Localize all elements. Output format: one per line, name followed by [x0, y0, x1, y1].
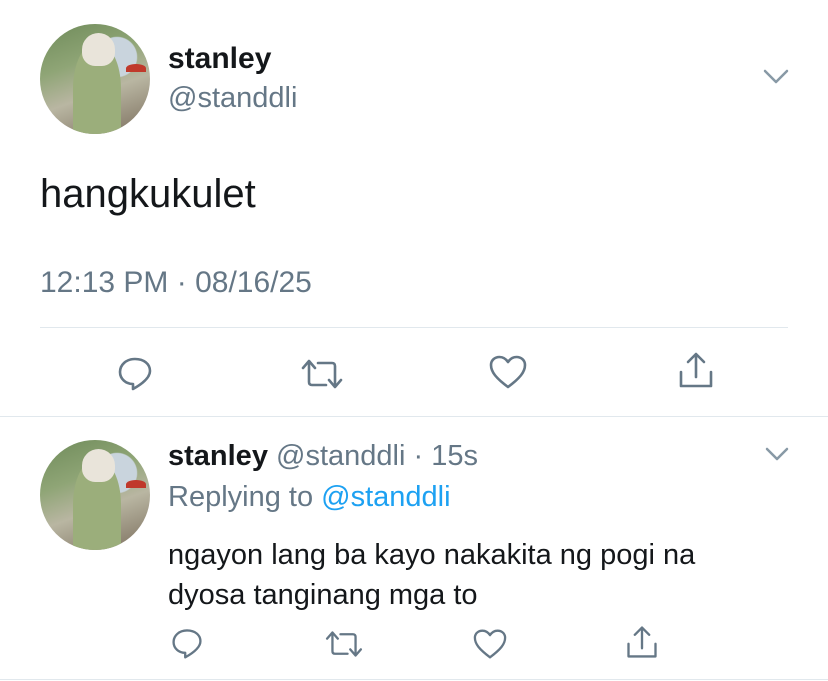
reply-handle[interactable]: @standdli — [276, 440, 405, 472]
reply-time: 15s — [431, 440, 478, 472]
replying-to-handle-link[interactable]: @standdli — [321, 481, 450, 513]
share-icon[interactable] — [676, 350, 716, 390]
replying-to-label: Replying to — [168, 481, 314, 513]
main-avatar[interactable] — [40, 24, 150, 134]
main-handle[interactable]: @standdli — [168, 82, 297, 115]
reply-text-line-1: ngayon lang ba kayo nakakita ng pogi na — [168, 539, 696, 571]
reply-icon[interactable] — [170, 626, 204, 660]
share-icon[interactable] — [624, 624, 660, 660]
main-display-name[interactable]: stanley — [168, 42, 271, 76]
main-tweet-text: hangkukulet — [40, 172, 256, 216]
reply-display-name[interactable]: stanley — [168, 440, 268, 472]
replying-to: Replying to @standdli — [168, 481, 451, 514]
main-divider — [40, 327, 788, 328]
section-divider — [0, 416, 828, 417]
bottom-divider — [0, 679, 828, 680]
main-timestamp: 12:13 PM · 08/16/25 — [40, 266, 312, 299]
retweet-icon[interactable] — [324, 628, 364, 660]
chevron-down-icon[interactable] — [762, 68, 790, 86]
like-icon[interactable] — [488, 354, 528, 390]
reply-header: stanley @standdli · 15s — [168, 440, 478, 473]
retweet-icon[interactable] — [300, 356, 344, 392]
like-icon[interactable] — [472, 628, 508, 660]
reply-icon[interactable] — [116, 354, 154, 392]
reply-text-line-2: dyosa tanginang mga to — [168, 579, 478, 611]
reply-avatar[interactable] — [40, 440, 150, 550]
reply-separator: · — [405, 440, 432, 472]
reply-tweet-text: ngayon lang ba kayo nakakita ng pogi na … — [168, 535, 695, 615]
chevron-down-icon[interactable] — [764, 446, 790, 462]
